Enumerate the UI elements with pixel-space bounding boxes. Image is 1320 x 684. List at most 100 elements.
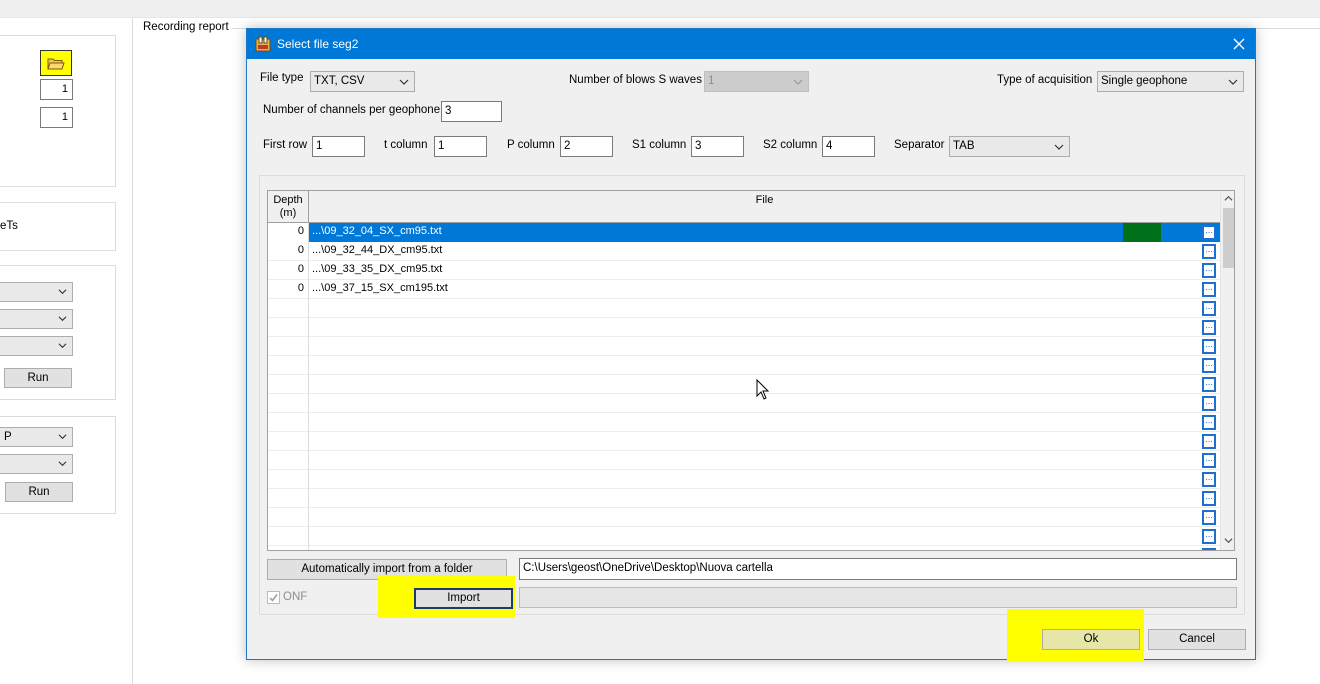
file-cell[interactable] bbox=[309, 546, 1220, 550]
depth-cell[interactable]: 0 bbox=[268, 280, 309, 299]
s2-column-input[interactable]: 4 bbox=[822, 136, 875, 157]
browse-ellipsis-icon[interactable]: ... bbox=[1202, 301, 1216, 316]
file-cell[interactable] bbox=[309, 299, 1220, 318]
file-cell[interactable] bbox=[309, 527, 1220, 546]
file-cell[interactable] bbox=[309, 413, 1220, 432]
file-cell[interactable] bbox=[309, 508, 1220, 527]
table-row[interactable]: 0 ...\09_37_15_SX_cm195.txt... bbox=[268, 280, 1220, 299]
browse-ellipsis-icon[interactable]: ... bbox=[1202, 434, 1216, 449]
file-cell[interactable] bbox=[309, 356, 1220, 375]
file-cell[interactable]: ...\09_33_35_DX_cm95.txt bbox=[309, 261, 1220, 280]
file-cell[interactable] bbox=[309, 432, 1220, 451]
depth-cell[interactable] bbox=[268, 546, 309, 550]
t-column-input[interactable]: 1 bbox=[434, 136, 487, 157]
file-cell[interactable] bbox=[309, 489, 1220, 508]
file-type-select[interactable]: TXT, CSV bbox=[310, 71, 415, 92]
browse-ellipsis-icon[interactable]: ... bbox=[1202, 453, 1216, 468]
open-folder-button[interactable] bbox=[40, 50, 72, 76]
p-column-input[interactable]: 2 bbox=[560, 136, 613, 157]
table-row[interactable]: ... bbox=[268, 394, 1220, 413]
file-cell[interactable] bbox=[309, 470, 1220, 489]
browse-ellipsis-icon[interactable]: ... bbox=[1202, 396, 1216, 411]
depth-cell[interactable]: 0 bbox=[268, 261, 309, 280]
dialog-title-bar[interactable]: Select file seg2 bbox=[247, 29, 1255, 59]
grid-scrollbar[interactable] bbox=[1220, 191, 1234, 550]
channels-input[interactable]: 3 bbox=[441, 101, 502, 122]
table-row[interactable]: ... bbox=[268, 546, 1220, 550]
depth-cell[interactable] bbox=[268, 337, 309, 356]
file-grid[interactable]: Depth (m) File 0 ...\09_32_04_SX_cm95.txt… bbox=[267, 190, 1235, 551]
file-cell[interactable] bbox=[309, 337, 1220, 356]
first-row-input[interactable]: 1 bbox=[312, 136, 365, 157]
depth-cell[interactable] bbox=[268, 375, 309, 394]
depth-cell[interactable] bbox=[268, 356, 309, 375]
left-combo-2[interactable] bbox=[0, 309, 73, 329]
scroll-up-icon[interactable] bbox=[1224, 194, 1233, 203]
table-row[interactable]: ... bbox=[268, 489, 1220, 508]
scroll-thumb[interactable] bbox=[1223, 208, 1234, 268]
table-row[interactable]: ... bbox=[268, 375, 1220, 394]
file-cell[interactable] bbox=[309, 451, 1220, 470]
file-cell[interactable]: ...\09_32_04_SX_cm95.txt bbox=[309, 223, 1220, 242]
left-combo-5[interactable] bbox=[0, 454, 73, 474]
table-row[interactable]: ... bbox=[268, 318, 1220, 337]
browse-ellipsis-icon[interactable]: ... bbox=[1202, 548, 1216, 550]
depth-cell[interactable] bbox=[268, 470, 309, 489]
file-cell[interactable] bbox=[309, 318, 1220, 337]
number-field-2[interactable]: 1 bbox=[40, 107, 73, 128]
cancel-button[interactable]: Cancel bbox=[1148, 629, 1246, 650]
table-row[interactable]: ... bbox=[268, 337, 1220, 356]
file-cell[interactable]: ...\09_37_15_SX_cm195.txt bbox=[309, 280, 1220, 299]
browse-ellipsis-icon[interactable]: ... bbox=[1202, 339, 1216, 354]
depth-column-header[interactable]: Depth (m) bbox=[268, 191, 309, 223]
import-button[interactable]: Import bbox=[414, 588, 513, 609]
table-row[interactable]: ... bbox=[268, 413, 1220, 432]
depth-cell[interactable] bbox=[268, 299, 309, 318]
depth-cell[interactable] bbox=[268, 394, 309, 413]
browse-ellipsis-icon[interactable]: ... bbox=[1202, 320, 1216, 335]
close-icon[interactable] bbox=[1229, 34, 1249, 54]
table-row[interactable]: ... bbox=[268, 451, 1220, 470]
run-button-1[interactable]: Run bbox=[4, 368, 72, 388]
depth-cell[interactable] bbox=[268, 432, 309, 451]
depth-cell[interactable] bbox=[268, 508, 309, 527]
browse-ellipsis-icon[interactable]: ... bbox=[1202, 244, 1216, 259]
browse-ellipsis-icon[interactable]: ... bbox=[1202, 529, 1216, 544]
browse-ellipsis-icon[interactable]: ... bbox=[1202, 472, 1216, 487]
table-row[interactable]: 0 ...\09_32_04_SX_cm95.txt... bbox=[268, 223, 1220, 242]
table-row[interactable]: 0 ...\09_32_44_DX_cm95.txt... bbox=[268, 242, 1220, 261]
depth-cell[interactable] bbox=[268, 413, 309, 432]
left-combo-3[interactable] bbox=[0, 336, 73, 356]
left-combo-1[interactable] bbox=[0, 282, 73, 302]
browse-ellipsis-icon[interactable]: ... bbox=[1202, 377, 1216, 392]
depth-cell[interactable] bbox=[268, 318, 309, 337]
browse-ellipsis-icon[interactable]: ... bbox=[1202, 415, 1216, 430]
browse-ellipsis-icon[interactable]: ... bbox=[1202, 491, 1216, 506]
number-field-1[interactable]: 1 bbox=[40, 79, 73, 100]
table-row[interactable]: ... bbox=[268, 432, 1220, 451]
table-row[interactable]: ... bbox=[268, 470, 1220, 489]
folder-path-input[interactable]: C:\Users\geost\OneDrive\Desktop\Nuova ca… bbox=[519, 558, 1237, 580]
left-combo-4[interactable]: P bbox=[0, 427, 73, 447]
browse-ellipsis-icon[interactable]: ... bbox=[1202, 510, 1216, 525]
depth-cell[interactable] bbox=[268, 451, 309, 470]
table-row[interactable]: ... bbox=[268, 356, 1220, 375]
file-column-header[interactable]: File bbox=[309, 191, 1220, 223]
browse-ellipsis-icon[interactable]: ... bbox=[1202, 225, 1216, 240]
table-row[interactable]: 0 ...\09_33_35_DX_cm95.txt... bbox=[268, 261, 1220, 280]
browse-ellipsis-icon[interactable]: ... bbox=[1202, 263, 1216, 278]
run-button-2[interactable]: Run bbox=[5, 482, 73, 502]
depth-cell[interactable] bbox=[268, 527, 309, 546]
table-row[interactable]: ... bbox=[268, 508, 1220, 527]
file-cell[interactable]: ...\09_32_44_DX_cm95.txt bbox=[309, 242, 1220, 261]
table-row[interactable]: ... bbox=[268, 299, 1220, 318]
browse-ellipsis-icon[interactable]: ... bbox=[1202, 358, 1216, 373]
ok-button[interactable]: Ok bbox=[1042, 629, 1140, 650]
table-row[interactable]: ... bbox=[268, 527, 1220, 546]
depth-cell[interactable]: 0 bbox=[268, 242, 309, 261]
browse-ellipsis-icon[interactable]: ... bbox=[1202, 282, 1216, 297]
depth-cell[interactable] bbox=[268, 489, 309, 508]
separator-select[interactable]: TAB bbox=[949, 136, 1070, 157]
acquisition-select[interactable]: Single geophone bbox=[1097, 71, 1244, 92]
depth-cell[interactable]: 0 bbox=[268, 223, 309, 242]
